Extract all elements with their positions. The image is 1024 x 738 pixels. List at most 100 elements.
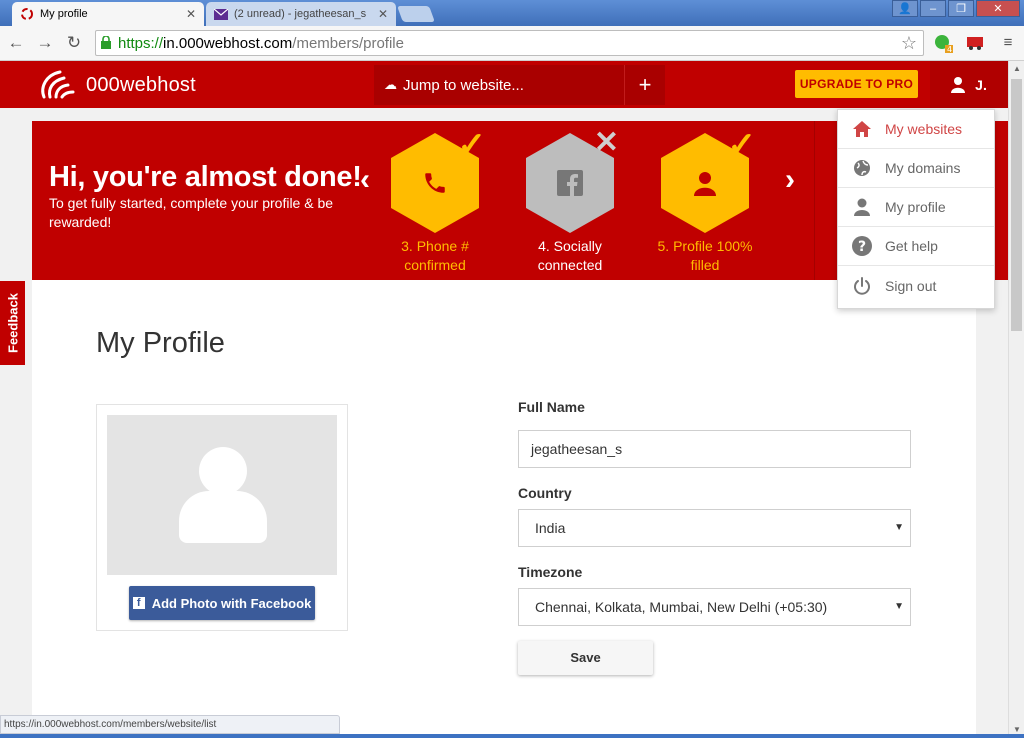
minimize-icon[interactable]: – bbox=[920, 0, 946, 17]
add-website-button[interactable]: + bbox=[624, 65, 665, 105]
banner-title: Hi, you're almost done! bbox=[49, 161, 362, 193]
restore-icon[interactable]: ❐ bbox=[948, 0, 974, 17]
tab-title: My profile bbox=[40, 8, 88, 20]
extension-badge: 4 bbox=[947, 45, 952, 53]
checkmark-icon: ✓ bbox=[727, 126, 757, 164]
vertical-scrollbar[interactable]: ▲ ▼ bbox=[1008, 61, 1024, 738]
new-tab-button[interactable] bbox=[397, 6, 435, 22]
carousel-prev-icon[interactable]: ‹ bbox=[360, 163, 370, 197]
close-tab-icon[interactable]: ✕ bbox=[378, 7, 388, 21]
step-label: 3. Phone # confirmed bbox=[401, 238, 469, 273]
full-name-label: Full Name bbox=[518, 399, 585, 415]
000webhost-favicon-icon bbox=[20, 7, 34, 21]
country-select[interactable]: India ▼ bbox=[518, 509, 911, 547]
step-label: 4. Socially connected bbox=[537, 238, 603, 273]
scroll-thumb[interactable] bbox=[1011, 79, 1022, 331]
menu-item-my-profile[interactable]: My profile bbox=[838, 188, 994, 227]
profile-icon[interactable]: 👤 bbox=[892, 0, 918, 17]
step-phone: ✓ 3. Phone # confirmed bbox=[380, 126, 490, 275]
jump-placeholder: Jump to website... bbox=[403, 76, 524, 94]
country-label: Country bbox=[518, 485, 572, 501]
step-label: 5. Profile 100% filled bbox=[657, 238, 753, 273]
menu-item-label: Sign out bbox=[885, 277, 937, 294]
profile-card: My Profile f Add Photo with Facebook Ful… bbox=[32, 280, 976, 738]
browser-toolbar: ← → ↻ https://in.000webhost.com/members/… bbox=[0, 26, 1024, 61]
url-host: in.000webhost.com bbox=[163, 34, 293, 52]
menu-item-label: Get help bbox=[885, 238, 938, 254]
browser-tab-strip: My profile ✕ (2 unread) - jegatheesan_s … bbox=[0, 0, 1024, 26]
question-icon: ? bbox=[852, 236, 872, 256]
jump-to-website-select[interactable]: ☁ Jump to website... bbox=[374, 65, 624, 105]
save-button[interactable]: Save bbox=[518, 641, 653, 675]
facebook-icon: f bbox=[132, 597, 145, 609]
close-tab-icon[interactable]: ✕ bbox=[186, 7, 196, 21]
scroll-up-icon[interactable]: ▲ bbox=[1009, 61, 1024, 77]
menu-item-label: My profile bbox=[885, 199, 946, 215]
checkmark-icon: ✓ bbox=[457, 126, 487, 164]
caret-down-icon: ▼ bbox=[894, 601, 904, 612]
caret-down-icon: ▼ bbox=[894, 522, 904, 533]
menu-item-label: My websites bbox=[885, 121, 963, 137]
page-viewport: 000webhost ☁ Jump to website... + UPGRAD… bbox=[0, 61, 1008, 738]
upgrade-button[interactable]: UPGRADE TO PRO bbox=[795, 70, 918, 98]
add-photo-facebook-button[interactable]: f Add Photo with Facebook bbox=[129, 586, 315, 620]
page-title: My Profile bbox=[96, 327, 225, 359]
address-bar[interactable]: https://in.000webhost.com/members/profil… bbox=[95, 30, 924, 56]
power-icon bbox=[852, 276, 872, 296]
user-icon bbox=[852, 197, 872, 217]
cloud-icon: ☁ bbox=[384, 77, 397, 92]
menu-item-get-help[interactable]: ? Get help bbox=[838, 227, 994, 266]
menu-item-label: My domains bbox=[885, 160, 961, 176]
banner-subtitle: To get fully started, complete your prof… bbox=[49, 195, 334, 230]
country-value: India bbox=[535, 520, 566, 536]
globe-icon bbox=[852, 158, 872, 178]
url-path: /members/profile bbox=[292, 34, 404, 52]
feedback-label: Feedback bbox=[5, 293, 20, 353]
bookmark-star-icon[interactable]: ☆ bbox=[901, 33, 917, 54]
x-mark-icon: ✕ bbox=[593, 126, 619, 159]
tab-my-profile[interactable]: My profile ✕ bbox=[12, 2, 204, 26]
tab-mail[interactable]: (2 unread) - jegatheesan_s ✕ bbox=[206, 2, 396, 26]
timezone-label: Timezone bbox=[518, 564, 583, 580]
photo-panel: f Add Photo with Facebook bbox=[96, 404, 348, 631]
menu-item-my-websites[interactable]: My websites bbox=[838, 110, 994, 149]
avatar-placeholder bbox=[107, 415, 337, 575]
avatar-body bbox=[179, 491, 267, 543]
logo-mark-icon bbox=[36, 67, 80, 103]
feedback-tab[interactable]: Feedback bbox=[0, 281, 25, 365]
carousel-next-icon[interactable]: › bbox=[785, 163, 795, 197]
avatar-head bbox=[199, 447, 247, 495]
back-icon[interactable]: ← bbox=[6, 33, 26, 53]
user-icon bbox=[951, 76, 966, 93]
step-social[interactable]: ✕ 4. Socially connected bbox=[515, 126, 625, 275]
full-name-field[interactable]: jegatheesan_s bbox=[518, 430, 911, 468]
user-menu-button[interactable]: J. bbox=[930, 61, 1008, 108]
mail-favicon-icon bbox=[214, 7, 228, 21]
train-extension-icon[interactable] bbox=[965, 33, 985, 53]
extension-icon[interactable]: 4 bbox=[933, 33, 953, 54]
user-dropdown-menu: My websites My domains My profile ? Get … bbox=[837, 109, 995, 309]
brand-name: 000webhost bbox=[86, 73, 196, 96]
url-scheme: https:// bbox=[118, 34, 164, 52]
reload-icon[interactable]: ↻ bbox=[64, 33, 84, 53]
menu-item-my-domains[interactable]: My domains bbox=[838, 149, 994, 188]
close-window-icon[interactable]: ✕ bbox=[976, 0, 1020, 17]
fb-button-label: Add Photo with Facebook bbox=[151, 595, 312, 611]
site-header: 000webhost ☁ Jump to website... + UPGRAD… bbox=[0, 61, 1008, 108]
tab-title: (2 unread) - jegatheesan_s bbox=[234, 8, 367, 20]
window-controls: 👤 – ❐ ✕ bbox=[892, 0, 1020, 18]
forward-icon[interactable]: → bbox=[35, 33, 55, 53]
svg-text:?: ? bbox=[858, 239, 866, 255]
chrome-menu-icon[interactable]: ≡ bbox=[998, 33, 1018, 53]
taskbar-strip bbox=[0, 734, 1024, 738]
banner-divider bbox=[814, 121, 815, 280]
timezone-select[interactable]: Chennai, Kolkata, Mumbai, New Delhi (+05… bbox=[518, 588, 911, 626]
menu-item-sign-out[interactable]: Sign out bbox=[838, 266, 994, 305]
lock-icon bbox=[100, 35, 114, 50]
step-profile: ✓ 5. Profile 100% filled bbox=[650, 126, 760, 275]
user-initial: J. bbox=[975, 76, 987, 93]
brand-logo[interactable]: 000webhost bbox=[36, 67, 196, 103]
status-bar: https://in.000webhost.com/members/websit… bbox=[0, 715, 340, 734]
home-icon bbox=[852, 119, 872, 139]
timezone-value: Chennai, Kolkata, Mumbai, New Delhi (+05… bbox=[535, 599, 828, 615]
